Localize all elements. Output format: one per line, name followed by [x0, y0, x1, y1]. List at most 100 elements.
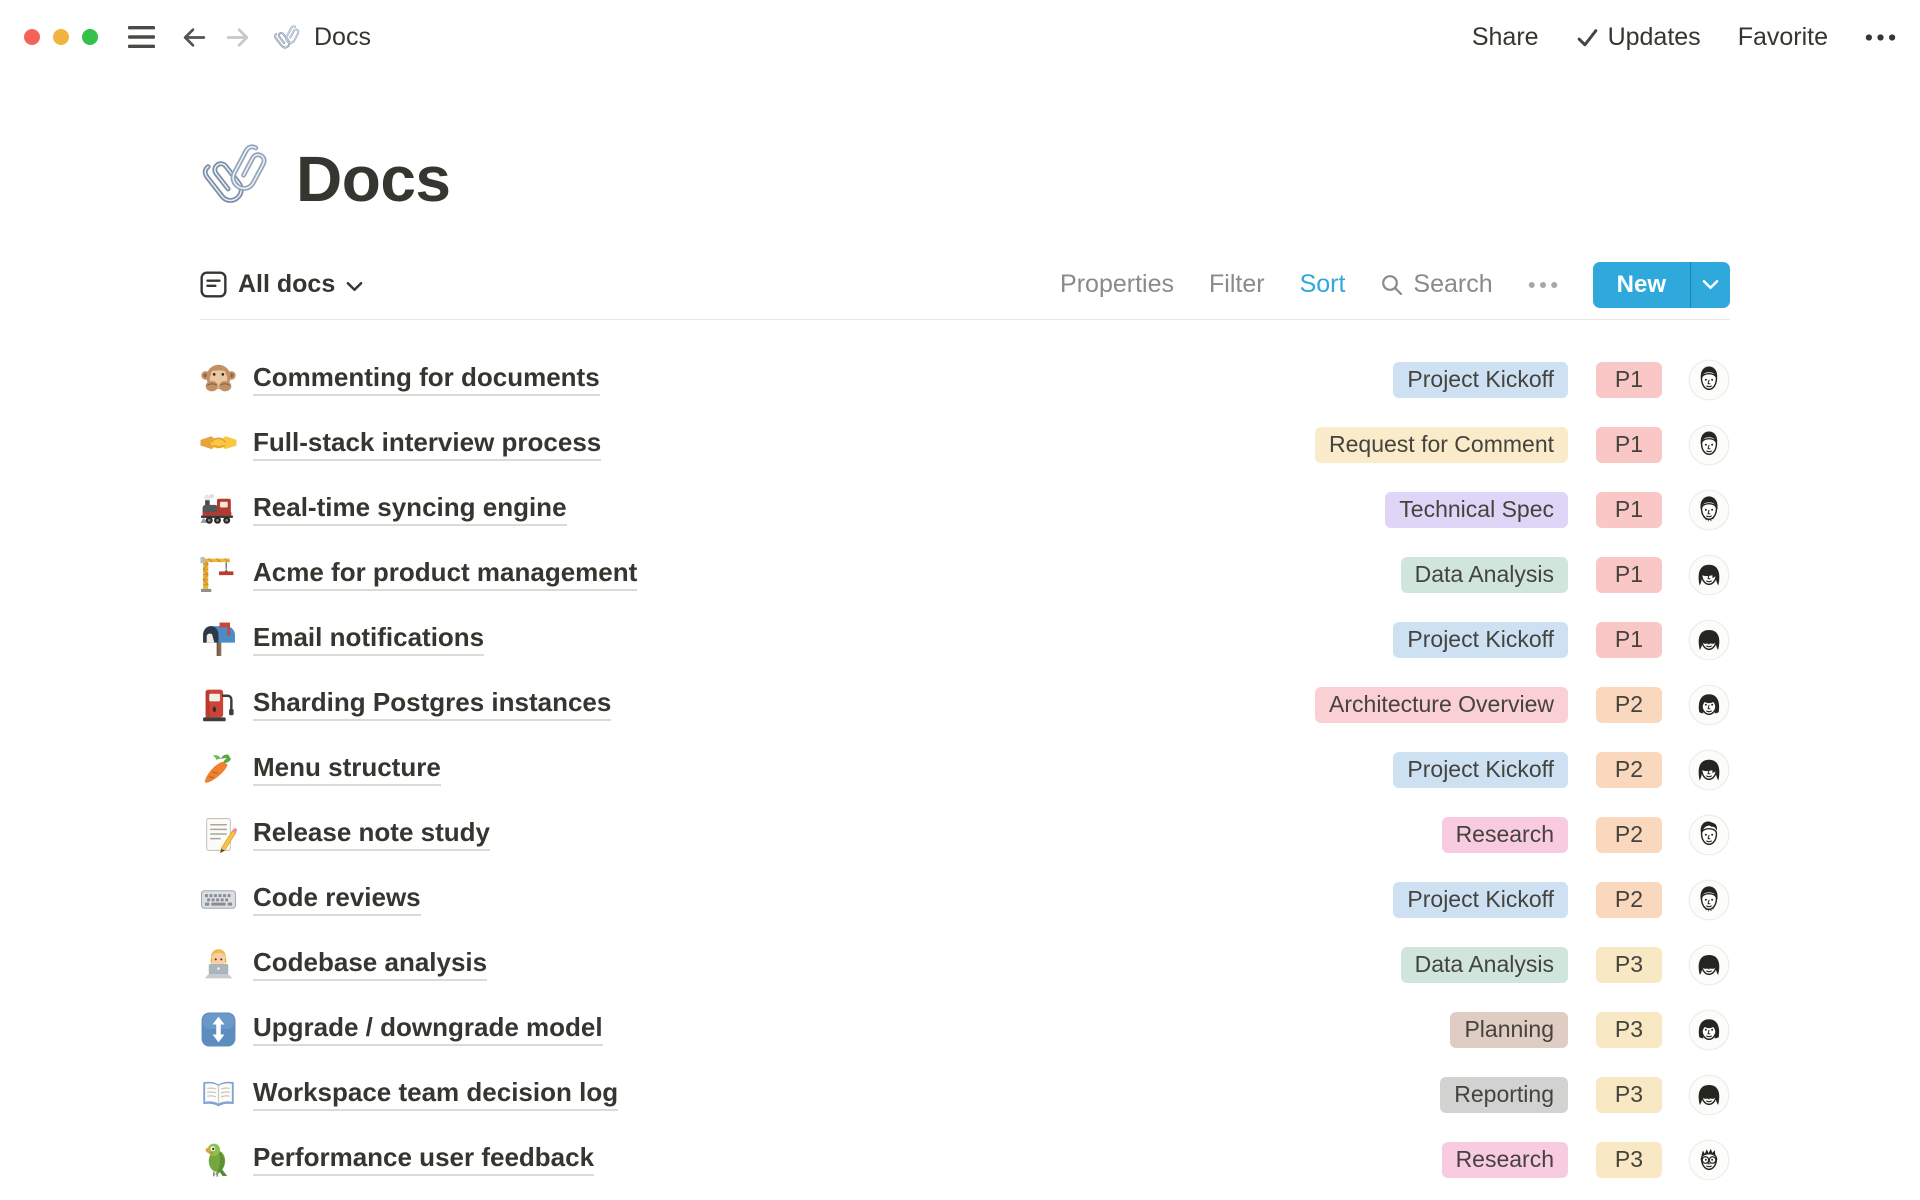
toolbar-actions: Properties Filter Sort Search New	[1060, 262, 1730, 308]
doc-row[interactable]: Release note study Research P2	[200, 802, 1730, 867]
parrot-icon	[200, 1141, 237, 1178]
priority-badge[interactable]: P3	[1596, 1077, 1662, 1113]
doc-type-tag[interactable]: Reporting	[1440, 1077, 1568, 1113]
doc-type-tag[interactable]: Research	[1442, 817, 1568, 853]
doc-type-tag[interactable]: Project Kickoff	[1393, 752, 1568, 788]
assignee-avatar	[1688, 424, 1730, 466]
page-icon[interactable]	[200, 136, 278, 214]
filter-button[interactable]: Filter	[1209, 270, 1265, 299]
breadcrumb[interactable]: Docs	[273, 22, 371, 53]
priority-badge[interactable]: P1	[1596, 557, 1662, 593]
doc-title-link[interactable]: Performance user feedback	[253, 1143, 594, 1177]
doc-row[interactable]: Sharding Postgres instances Architecture …	[200, 672, 1730, 737]
chevron-down-icon	[1702, 279, 1719, 290]
doc-title-link[interactable]: Workspace team decision log	[253, 1078, 618, 1112]
assignee-avatar	[1688, 554, 1730, 596]
priority-badge[interactable]: P2	[1596, 687, 1662, 723]
chevron-down-icon	[346, 281, 363, 292]
back-arrow-icon[interactable]	[181, 24, 208, 51]
doc-type-tag[interactable]: Technical Spec	[1385, 492, 1568, 528]
doc-title-link[interactable]: Email notifications	[253, 623, 484, 657]
doc-type-tag[interactable]: Project Kickoff	[1393, 882, 1568, 918]
keyboard-icon	[200, 881, 237, 918]
doc-type-tag[interactable]: Data Analysis	[1401, 947, 1568, 983]
locomotive-icon	[200, 491, 237, 528]
doc-title-link[interactable]: Sharding Postgres instances	[253, 688, 611, 722]
doc-row[interactable]: Performance user feedback Research P3	[200, 1127, 1730, 1192]
doc-type-tag[interactable]: Research	[1442, 1142, 1568, 1178]
doc-row[interactable]: Commenting for documents Project Kickoff P…	[200, 347, 1730, 412]
priority-badge[interactable]: P1	[1596, 622, 1662, 658]
priority-badge[interactable]: P3	[1596, 947, 1662, 983]
page-title[interactable]: Docs	[296, 144, 451, 214]
doc-row[interactable]: Acme for product management Data Analysis…	[200, 542, 1730, 607]
page-content: Docs All docs Properties Filter Sort Sea…	[0, 136, 1920, 1192]
doc-row[interactable]: Menu structure Project Kickoff P2	[200, 737, 1730, 802]
fuel-pump-icon	[200, 686, 237, 723]
window-controls	[24, 29, 98, 45]
doc-row[interactable]: Full-stack interview process Request for …	[200, 412, 1730, 477]
doc-title-link[interactable]: Release note study	[253, 818, 490, 852]
assignee-avatar	[1688, 1009, 1730, 1051]
sort-button[interactable]: Sort	[1300, 270, 1346, 299]
view-toolbar: All docs Properties Filter Sort Search N…	[200, 250, 1730, 320]
share-button[interactable]: Share	[1472, 23, 1539, 52]
assignee-avatar	[1688, 489, 1730, 531]
new-dropdown-button[interactable]	[1690, 262, 1730, 308]
priority-badge[interactable]: P3	[1596, 1012, 1662, 1048]
doc-type-tag[interactable]: Project Kickoff	[1393, 362, 1568, 398]
doc-title-link[interactable]: Commenting for documents	[253, 363, 600, 397]
carrot-icon	[200, 751, 237, 788]
breadcrumb-title: Docs	[314, 23, 371, 52]
docs-list: Commenting for documents Project Kickoff P…	[200, 320, 1730, 1192]
properties-button[interactable]: Properties	[1060, 270, 1174, 299]
priority-badge[interactable]: P3	[1596, 1142, 1662, 1178]
doc-row[interactable]: Workspace team decision log Reporting P3	[200, 1062, 1730, 1127]
priority-badge[interactable]: P1	[1596, 492, 1662, 528]
doc-title-link[interactable]: Menu structure	[253, 753, 441, 787]
priority-badge[interactable]: P2	[1596, 817, 1662, 853]
check-icon	[1576, 26, 1599, 49]
up-down-button-icon	[200, 1011, 237, 1048]
doc-title-link[interactable]: Real-time syncing engine	[253, 493, 567, 527]
assignee-avatar	[1688, 879, 1730, 921]
view-switcher[interactable]: All docs	[200, 270, 363, 299]
new-button[interactable]: New	[1593, 262, 1690, 308]
doc-type-tag[interactable]: Project Kickoff	[1393, 622, 1568, 658]
priority-badge[interactable]: P2	[1596, 752, 1662, 788]
doc-title-link[interactable]: Full-stack interview process	[253, 428, 601, 462]
doc-title-link[interactable]: Codebase analysis	[253, 948, 487, 982]
technologist-icon	[200, 946, 237, 983]
updates-button[interactable]: Updates	[1576, 23, 1701, 52]
doc-row[interactable]: Codebase analysis Data Analysis P3	[200, 932, 1730, 997]
doc-row[interactable]: Real-time syncing engine Technical Spec P1	[200, 477, 1730, 542]
assignee-avatar	[1688, 1139, 1730, 1181]
new-button-group: New	[1593, 262, 1730, 308]
forward-arrow-icon	[224, 24, 251, 51]
doc-title-link[interactable]: Upgrade / downgrade model	[253, 1013, 603, 1047]
doc-title-link[interactable]: Acme for product management	[253, 558, 637, 592]
doc-type-tag[interactable]: Data Analysis	[1401, 557, 1568, 593]
search-button[interactable]: Search	[1380, 270, 1492, 299]
priority-badge[interactable]: P2	[1596, 882, 1662, 918]
favorite-button[interactable]: Favorite	[1738, 23, 1828, 52]
topbar-more-button[interactable]	[1865, 33, 1896, 42]
window-topbar: Docs Share Updates Favorite	[0, 0, 1920, 74]
close-window-button[interactable]	[24, 29, 40, 45]
doc-row[interactable]: Upgrade / downgrade model Planning P3	[200, 997, 1730, 1062]
doc-type-tag[interactable]: Architecture Overview	[1315, 687, 1568, 723]
priority-badge[interactable]: P1	[1596, 362, 1662, 398]
doc-row[interactable]: Email notifications Project Kickoff P1	[200, 607, 1730, 672]
minimize-window-button[interactable]	[53, 29, 69, 45]
priority-badge[interactable]: P1	[1596, 427, 1662, 463]
assignee-avatar	[1688, 619, 1730, 661]
toolbar-more-button[interactable]	[1528, 281, 1558, 289]
doc-row[interactable]: Code reviews Project Kickoff P2	[200, 867, 1730, 932]
zoom-window-button[interactable]	[82, 29, 98, 45]
doc-title-link[interactable]: Code reviews	[253, 883, 421, 917]
doc-type-tag[interactable]: Request for Comment	[1315, 427, 1568, 463]
doc-type-tag[interactable]: Planning	[1450, 1012, 1568, 1048]
topbar-actions: Share Updates Favorite	[1472, 23, 1896, 52]
assignee-avatar	[1688, 1074, 1730, 1116]
sidebar-menu-icon[interactable]	[128, 26, 155, 48]
